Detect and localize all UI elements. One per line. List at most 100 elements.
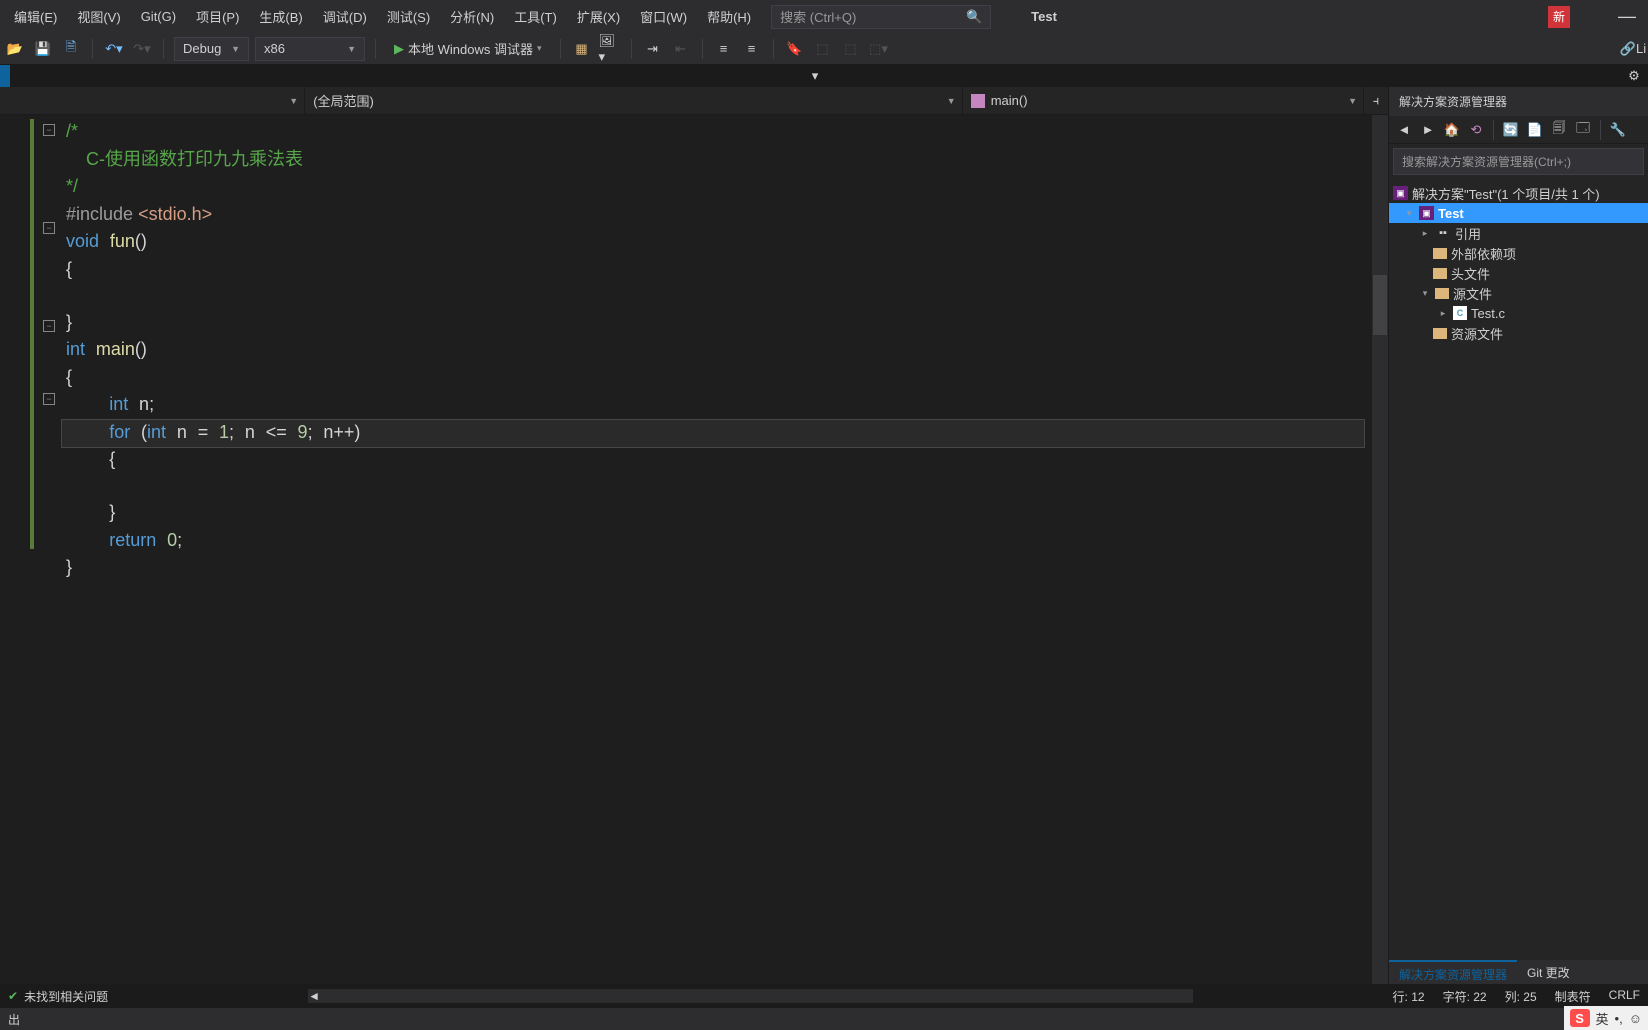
back-icon[interactable]: ◄ [1393,119,1415,141]
tree-project[interactable]: ▾▣Test [1389,203,1648,223]
menu-extensions[interactable]: 扩展(X) [567,1,630,32]
fold-toggle[interactable]: − [43,393,55,405]
fold-toggle[interactable]: − [43,124,55,136]
search-input[interactable]: 搜索 (Ctrl+Q) 🔍 [771,5,991,29]
solution-toolbar: ◄ ► 🏠 ⟲ 🔄 📄 🗐 🗔 🔧 [1389,116,1648,144]
sync-icon[interactable]: 🔄 [1500,119,1522,141]
horizontal-scrollbar[interactable]: ◄ [308,989,1192,1003]
tree-file-testc[interactable]: ▸CTest.c [1389,303,1648,323]
tree-references[interactable]: ▸▪▪引用 [1389,223,1648,243]
chevron-down-icon[interactable]: ▾ [1403,208,1415,219]
toolbar-btn[interactable]: ⬚▾ [868,38,890,60]
save-icon[interactable]: 💾 [32,38,54,60]
toolbar-btn[interactable]: ⇤ [670,38,692,60]
solution-search-input[interactable]: 搜索解决方案资源管理器(Ctrl+;) [1393,148,1644,175]
chevron-right-icon[interactable]: ▸ [1437,308,1449,319]
status-issues[interactable]: 未找到相关问题 [24,988,108,1005]
ime-sogou-icon[interactable]: S [1570,1009,1590,1027]
references-icon: ▪▪ [1435,226,1451,240]
forward-icon[interactable]: ► [1417,119,1439,141]
toolbar-btn[interactable]: ⬚ [840,38,862,60]
check-icon: ✔ [8,989,18,1003]
menu-window[interactable]: 窗口(W) [630,1,697,32]
gear-icon[interactable]: ⚙ [1624,65,1644,87]
nav-function[interactable]: main()▼ [963,87,1364,114]
code-content[interactable]: /* C-使用函数打印九九乘法表 */ #include <stdio.h> v… [58,115,1372,984]
nav-scope[interactable]: (全局范围)▼ [305,87,962,114]
new-badge[interactable]: 新 [1548,6,1570,28]
menu-edit[interactable]: 编辑(E) [4,1,67,32]
status-col[interactable]: 列: 25 [1505,988,1537,1005]
folder-icon [1433,268,1447,279]
solution-icon: ▣ [1393,186,1408,200]
nav-bar: ▼ (全局范围)▼ main()▼ ⫞ [0,87,1388,115]
solution-explorer: 解决方案资源管理器 ◄ ► 🏠 ⟲ 🔄 📄 🗐 🗔 🔧 搜索解决方案资源管理器(… [1388,87,1648,984]
copy-icon[interactable]: 🗐 [1548,119,1570,141]
tree-solution-root[interactable]: ▣解决方案"Test"(1 个项目/共 1 个) [1389,183,1648,203]
search-icon: 🔍 [966,9,982,25]
editor-pane: ▼ (全局范围)▼ main()▼ ⫞ − − − − /* C-使用函数打印九… [0,87,1388,984]
chevron-down-icon[interactable]: ▾ [1419,288,1431,299]
indent-icon[interactable]: ≡ [713,38,735,60]
toolbar-btn[interactable]: 🖼▾ [599,38,621,60]
show-all-icon[interactable]: 📄 [1524,119,1546,141]
status-tabs[interactable]: 制表符 [1555,988,1591,1005]
status-line[interactable]: 行: 12 [1393,988,1425,1005]
fold-toggle[interactable]: − [43,320,55,332]
toolbar-btn[interactable]: ⇥ [642,38,664,60]
live-share-icon[interactable]: 🔗 Li [1622,38,1644,60]
start-debug-button[interactable]: ▶ 本地 Windows 调试器 ▾ [386,37,550,61]
save-all-icon[interactable]: 🗎 [60,38,82,60]
open-icon[interactable]: 📂 [4,38,26,60]
sidebar-tabs: 解决方案资源管理器 Git 更改 [1389,960,1648,984]
menu-help[interactable]: 帮助(H) [697,1,761,32]
ime-emoji[interactable]: ☺ [1629,1011,1642,1026]
home-icon[interactable]: 🏠 [1441,119,1463,141]
minimize-icon[interactable]: — [1610,6,1644,27]
bookmark-icon[interactable]: 🔖 [784,38,806,60]
fold-toggle[interactable]: − [43,222,55,234]
redo-icon[interactable]: ↷▾ [131,38,153,60]
toolbar-btn[interactable]: ▦ [571,38,593,60]
code-editor[interactable]: − − − − /* C-使用函数打印九九乘法表 */ #include <st… [0,115,1388,984]
menu-tools[interactable]: 工具(T) [504,1,567,32]
wrench-icon[interactable]: 🔧 [1607,119,1629,141]
platform-select[interactable]: x86▼ [255,37,365,61]
switch-view-icon[interactable]: ⟲ [1465,119,1487,141]
menu-project[interactable]: 项目(P) [186,1,249,32]
separator [375,39,376,59]
undo-icon[interactable]: ↶▾ [103,38,125,60]
menu-debug[interactable]: 调试(D) [313,1,377,32]
menu-test[interactable]: 测试(S) [377,1,440,32]
tab-git-changes[interactable]: Git 更改 [1517,960,1580,984]
status-char[interactable]: 字符: 22 [1443,988,1487,1005]
project-icon: ▣ [1419,206,1434,220]
status-crlf[interactable]: CRLF [1609,988,1640,1005]
tree-sources[interactable]: ▾源文件 [1389,283,1648,303]
toolbar-btn[interactable]: ⬚ [812,38,834,60]
ime-punct[interactable]: •, [1615,1011,1623,1026]
tree-external-deps[interactable]: 外部依赖项 [1389,243,1648,263]
separator [1600,120,1601,140]
menu-analyze[interactable]: 分析(N) [440,1,504,32]
tab-solution-explorer[interactable]: 解决方案资源管理器 [1389,960,1517,984]
tree-headers[interactable]: 头文件 [1389,263,1648,283]
ime-lang[interactable]: 英 [1596,1009,1609,1028]
dropdown-icon[interactable]: ▾ [805,65,825,87]
chevron-right-icon[interactable]: ▸ [1419,228,1431,239]
active-tab-indicator[interactable] [0,65,10,87]
tree-resources[interactable]: 资源文件 [1389,323,1648,343]
nav-project[interactable]: ▼ [0,87,305,114]
scrollbar-thumb[interactable] [1373,275,1387,335]
outdent-icon[interactable]: ≡ [741,38,763,60]
menu-git[interactable]: Git(G) [131,3,186,30]
menu-build[interactable]: 生成(B) [249,1,312,32]
separator [631,39,632,59]
separator [1493,120,1494,140]
split-icon[interactable]: ⫞ [1364,87,1388,114]
vertical-scrollbar[interactable] [1372,115,1388,984]
output-bar[interactable]: 出 [0,1008,1648,1030]
menu-view[interactable]: 视图(V) [67,1,130,32]
properties-icon[interactable]: 🗔 [1572,119,1594,141]
config-select[interactable]: Debug▼ [174,37,249,61]
